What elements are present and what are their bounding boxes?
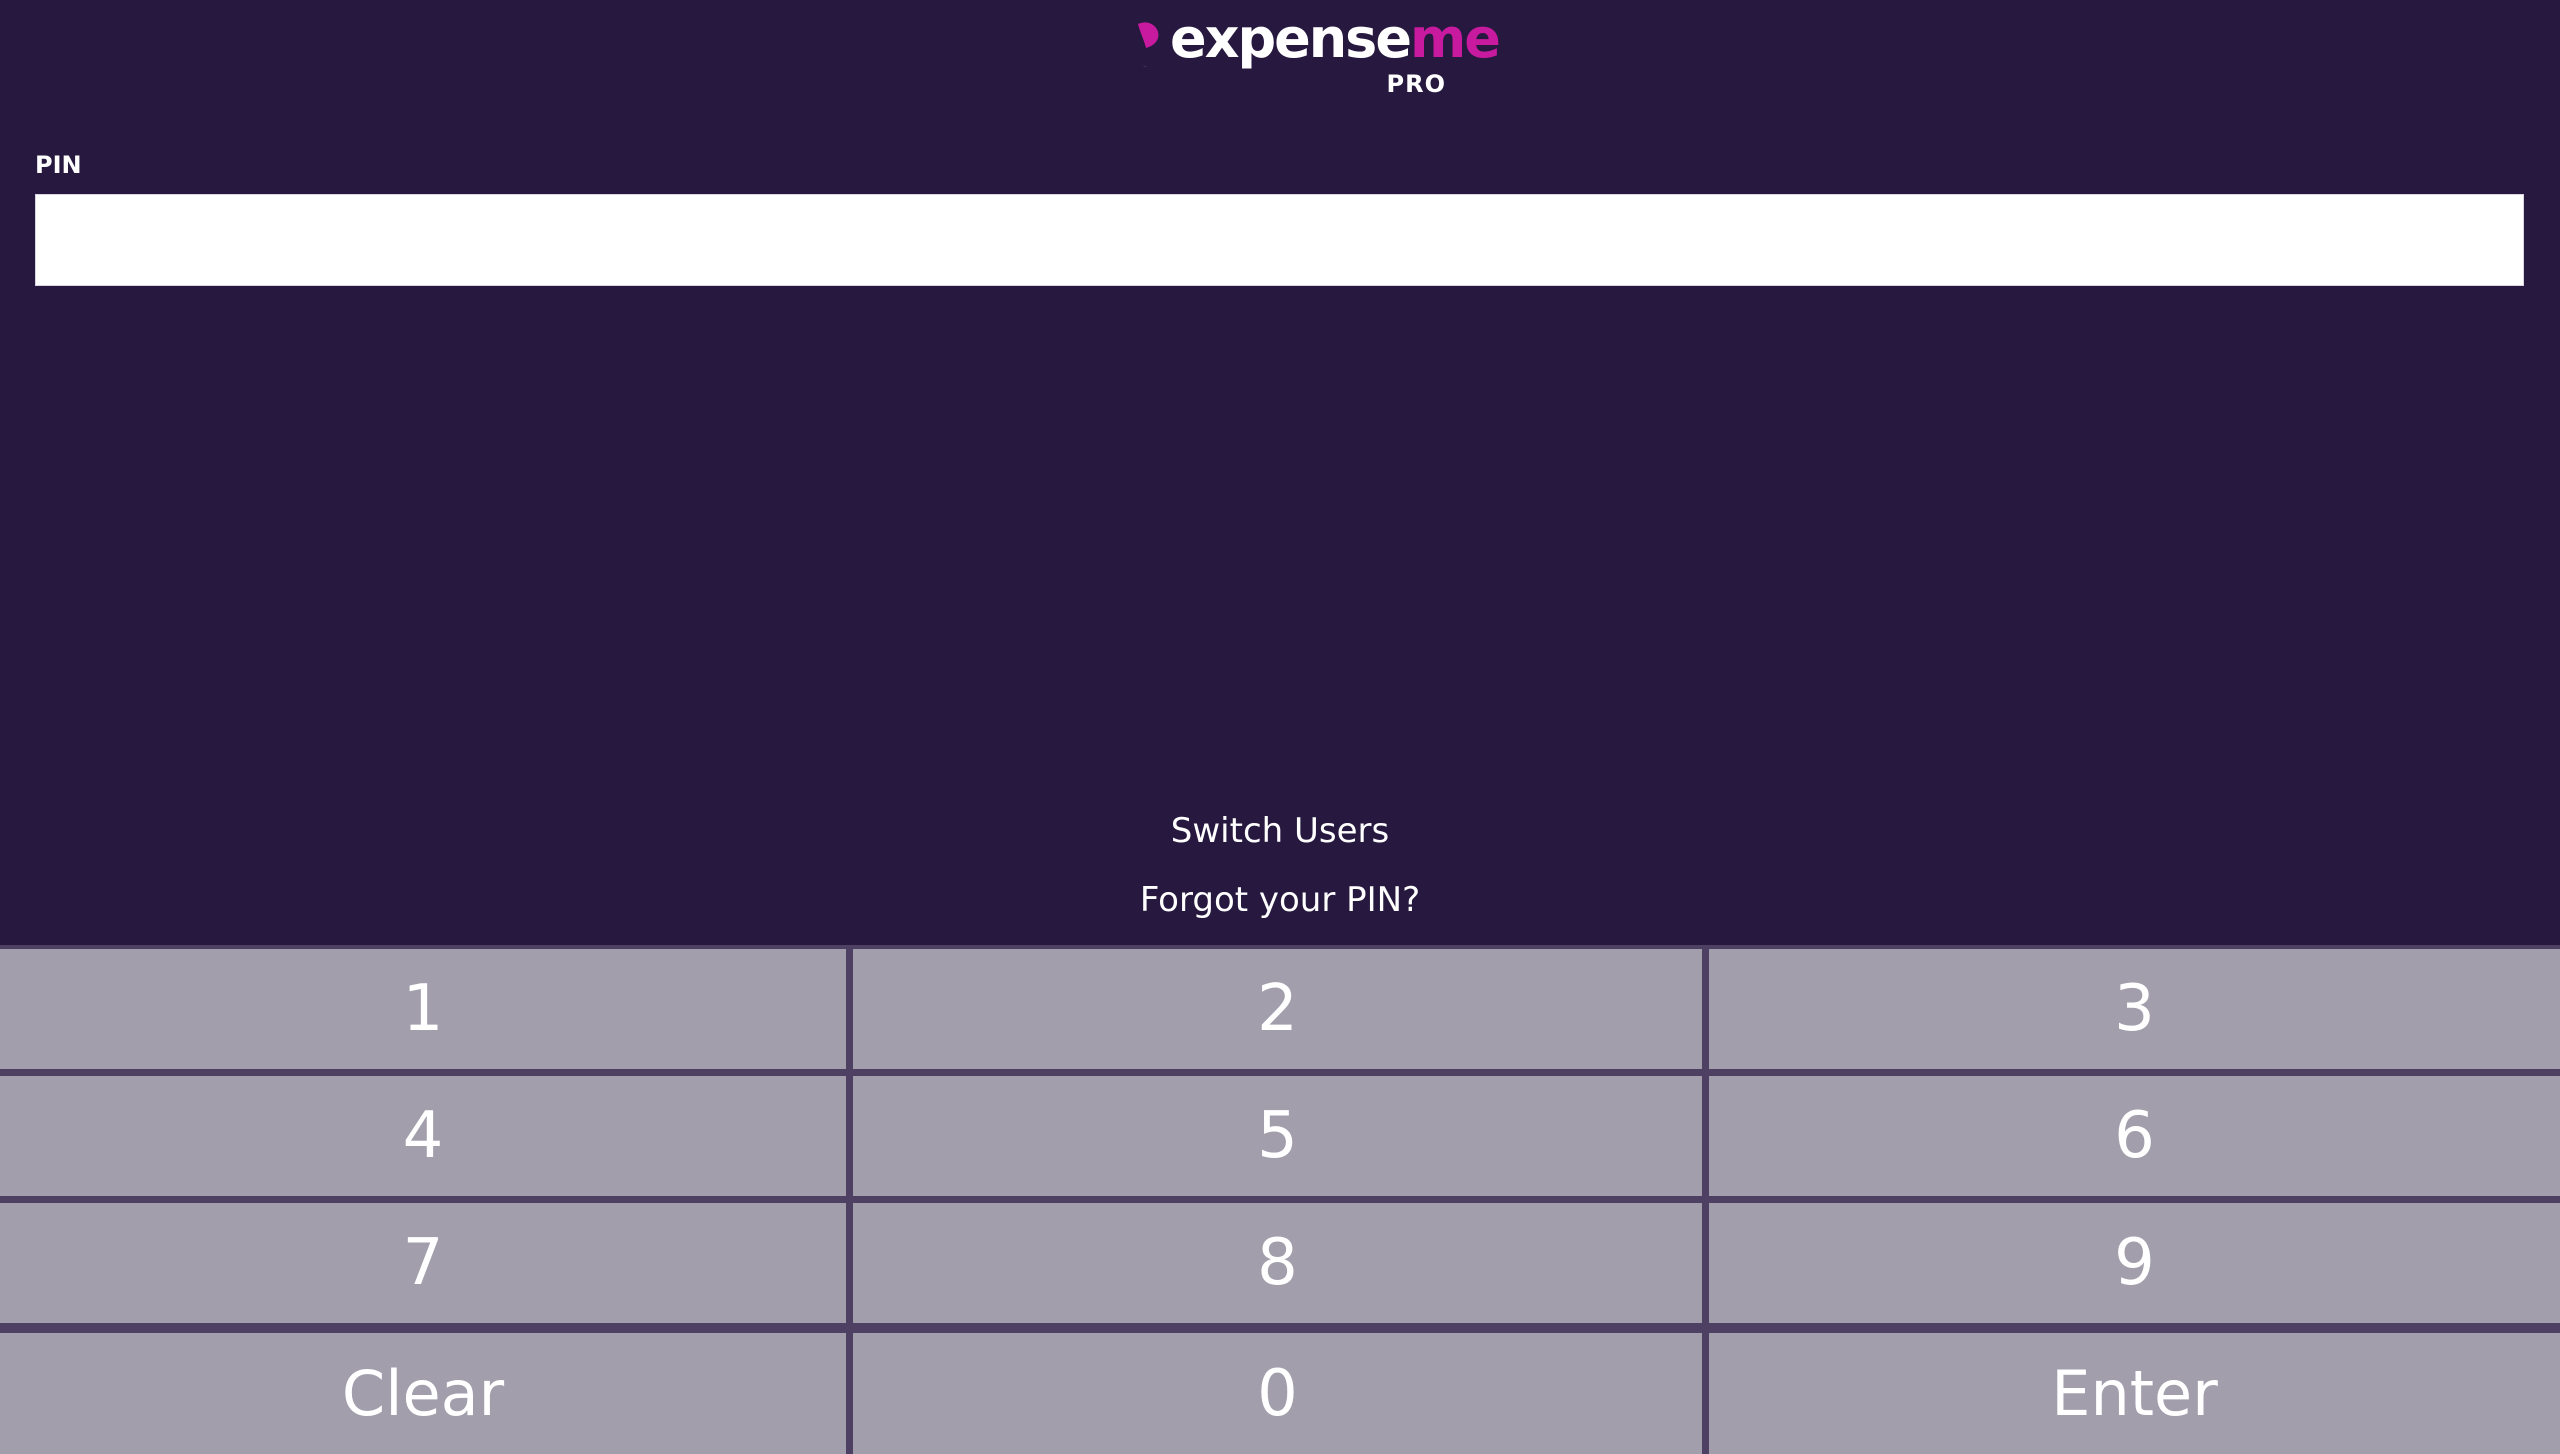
- pin-login-screen: expenseme PRO PIN Switch Users Forgot yo…: [0, 0, 2560, 1454]
- logo-word-accent: me: [1409, 7, 1501, 70]
- forgot-pin-row: Forgot your PIN?: [0, 883, 2560, 917]
- logo-mark-icon: [1124, 22, 1164, 67]
- key-4[interactable]: 4: [0, 1076, 846, 1196]
- logo-wordmark: expenseme: [1170, 12, 1501, 66]
- key-3[interactable]: 3: [1709, 949, 2560, 1069]
- key-9[interactable]: 9: [1709, 1203, 2560, 1323]
- key-1[interactable]: 1: [0, 949, 846, 1069]
- logo-edition: PRO: [1386, 70, 1446, 98]
- numeric-keypad: 1 2 3 4 5 6 7 8 9 Clear 0 Enter: [0, 945, 2560, 1454]
- expenseme-pro-logo: expenseme PRO: [1112, 12, 1501, 102]
- key-0[interactable]: 0: [853, 1333, 1702, 1454]
- key-5[interactable]: 5: [853, 1076, 1702, 1196]
- enter-button[interactable]: Enter: [1709, 1333, 2560, 1454]
- key-6[interactable]: 6: [1709, 1076, 2560, 1196]
- clear-button[interactable]: Clear: [0, 1333, 846, 1454]
- key-8[interactable]: 8: [853, 1203, 1702, 1323]
- forgot-pin-link[interactable]: Forgot your PIN?: [1140, 880, 1420, 920]
- logo-word-main: expense: [1170, 7, 1412, 70]
- pin-input[interactable]: [35, 194, 2524, 286]
- key-2[interactable]: 2: [853, 949, 1702, 1069]
- pin-label: PIN: [35, 151, 82, 179]
- switch-users-row: Switch Users: [0, 814, 2560, 848]
- key-7[interactable]: 7: [0, 1203, 846, 1323]
- switch-users-link[interactable]: Switch Users: [1171, 811, 1389, 851]
